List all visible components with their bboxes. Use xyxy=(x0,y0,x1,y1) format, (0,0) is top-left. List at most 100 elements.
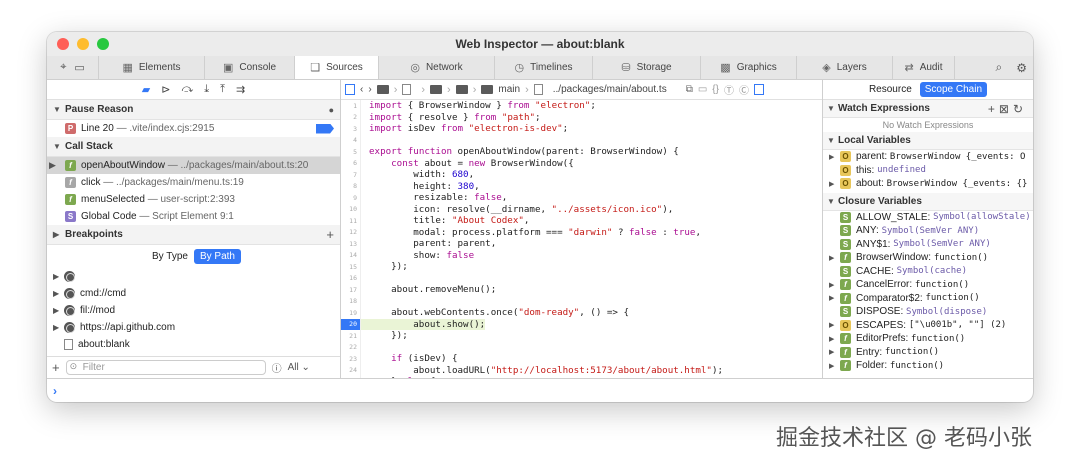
tab-resource[interactable]: Resource xyxy=(869,84,912,95)
type-profiler-icon[interactable]: ▭ xyxy=(698,84,707,95)
line-number[interactable]: 22 xyxy=(341,341,361,353)
breakpoint-tree-item[interactable]: ▶ xyxy=(47,268,340,285)
line-number[interactable]: 7 xyxy=(341,169,361,181)
line-number[interactable]: 13 xyxy=(341,238,361,250)
line-number[interactable]: 14 xyxy=(341,249,361,261)
search-icon[interactable]: ⌕ xyxy=(996,60,1003,75)
local-variables-header[interactable]: ▼ Local Variables xyxy=(823,132,1033,150)
breadcrumb-main[interactable]: main xyxy=(498,84,520,95)
line-number[interactable]: 19 xyxy=(341,307,361,319)
step-out-icon[interactable]: ⤒ xyxy=(220,83,225,96)
breakpoints-toggle-icon[interactable]: ▰ xyxy=(142,83,150,96)
line-number[interactable]: 9 xyxy=(341,192,361,204)
tab-elements[interactable]: ▦ Elements xyxy=(99,56,205,79)
line-number[interactable]: 20 xyxy=(341,318,361,330)
add-icon[interactable]: + xyxy=(52,360,60,375)
tab-timelines[interactable]: ◷ Timelines xyxy=(495,56,593,79)
scope-variable-row[interactable]: ▶ f Comparator$2: function() xyxy=(823,292,1033,306)
watch-actions-icons[interactable]: +⊠↻ xyxy=(988,102,1027,116)
filter-input[interactable]: Filter xyxy=(65,360,266,375)
scope-variable-row[interactable]: ▶ f Entry: function() xyxy=(823,346,1033,360)
crosshair-icon[interactable]: ⌖ xyxy=(60,61,66,74)
breakpoint-tree-item[interactable]: ▶ cmd://cmd xyxy=(47,285,340,302)
line-number[interactable]: 6 xyxy=(341,157,361,169)
back-icon[interactable]: ‹ xyxy=(360,84,363,95)
line-number[interactable]: 11 xyxy=(341,215,361,227)
step-over-icon[interactable]: ⤼ xyxy=(181,83,193,96)
closure-variables-header[interactable]: ▼ Closure Variables xyxy=(823,192,1033,211)
minimize-window-button[interactable] xyxy=(77,38,89,50)
code-coverage-icon[interactable]: Ⓒ xyxy=(739,82,749,97)
line-number[interactable]: 5 xyxy=(341,146,361,158)
scope-variable-row[interactable]: ▶ f EditorPrefs: function() xyxy=(823,332,1033,346)
pause-reason-header[interactable]: ▼ Pause Reason ● xyxy=(47,100,340,120)
info-icon[interactable]: ⓘ xyxy=(272,360,282,375)
tab-network[interactable]: ◎ Network xyxy=(379,56,495,79)
line-number[interactable]: 23 xyxy=(341,353,361,365)
scope-variable-row[interactable]: Othis: undefined xyxy=(823,164,1033,178)
tab-layers[interactable]: ◈ Layers xyxy=(797,56,893,79)
tab-sources[interactable]: ❑ Sources xyxy=(295,56,379,79)
line-number[interactable]: 21 xyxy=(341,330,361,342)
folder-icon[interactable] xyxy=(376,85,389,94)
pretty-print-icon[interactable]: ⧉ xyxy=(686,84,693,95)
step-icon[interactable]: ⇉ xyxy=(236,83,245,96)
scope-variable-row[interactable]: ▶ O ESCAPES: ["\u001b", ""] (2) xyxy=(823,319,1033,333)
call-stack-frame[interactable]: ▶ f openAboutWindow — ../packages/main/abo… xyxy=(47,157,340,174)
scope-variable-row[interactable]: S ALLOW_STALE: Symbol(allowStale) xyxy=(823,211,1033,225)
close-window-button[interactable] xyxy=(57,38,69,50)
line-number[interactable]: 12 xyxy=(341,226,361,238)
breakpoint-tree-item[interactable]: about:blank xyxy=(47,336,340,353)
folder-icon[interactable] xyxy=(430,85,443,94)
line-number[interactable]: 3 xyxy=(341,123,361,135)
code-view[interactable]: 1 import { BrowserWindow } from "electron… xyxy=(341,100,822,378)
document-icon[interactable] xyxy=(402,84,412,95)
scope-variable-row[interactable]: S DISPOSE: Symbol(dispose) xyxy=(823,305,1033,319)
pause-reason-row[interactable]: P Line 20 — .vite/index.cjs:2915 xyxy=(47,120,340,137)
call-stack-frame[interactable]: f menuSelected — user-script:2:393 xyxy=(47,191,340,208)
sidebar-toggle-icon[interactable] xyxy=(345,84,355,95)
scope-variable-row[interactable]: ▶ Oparent: BrowserWindow {_events: O xyxy=(823,150,1033,164)
zoom-window-button[interactable] xyxy=(97,38,109,50)
line-number[interactable]: 8 xyxy=(341,180,361,192)
scope-variable-row[interactable]: ▶ Oabout: BrowserWindow {_events: {} xyxy=(823,177,1033,191)
braces-icon[interactable]: {} xyxy=(712,84,719,95)
scope-variable-row[interactable]: ▶ f Folder: function() xyxy=(823,359,1033,373)
by-path-button[interactable]: By Path xyxy=(193,249,241,264)
tab-storage[interactable]: ⛁ Storage xyxy=(593,56,701,79)
forward-icon[interactable]: › xyxy=(368,84,371,95)
breakpoint-tree-item[interactable]: ▶ https://api.github.com xyxy=(47,319,340,336)
line-number[interactable]: 18 xyxy=(341,295,361,307)
tab-scope-chain[interactable]: Scope Chain xyxy=(919,82,988,97)
resume-icon[interactable]: ⊳ xyxy=(161,83,170,96)
device-icon[interactable]: ▭ xyxy=(74,61,84,74)
line-number[interactable]: 10 xyxy=(341,203,361,215)
by-type-button[interactable]: By Type xyxy=(146,249,194,264)
console-prompt[interactable]: › xyxy=(47,378,1033,402)
breakpoints-header[interactable]: ▶ Breakpoints + xyxy=(47,225,340,245)
scope-variable-row[interactable]: S CACHE: Symbol(cache) xyxy=(823,265,1033,279)
step-into-icon[interactable]: ⤓ xyxy=(204,83,209,96)
scope-select[interactable]: All ⌄ xyxy=(288,362,310,373)
tab-graphics[interactable]: ▩ Graphics xyxy=(701,56,797,79)
scope-variable-row[interactable]: S ANY: Symbol(SemVer ANY) xyxy=(823,224,1033,238)
tab-console[interactable]: ▣ Console xyxy=(205,56,295,79)
add-breakpoint-icon[interactable]: + xyxy=(326,227,334,242)
call-stack-frame[interactable]: S Global Code — Script Element 9:1 xyxy=(47,208,340,225)
line-number[interactable]: 15 xyxy=(341,261,361,273)
line-number[interactable]: 16 xyxy=(341,272,361,284)
scope-variable-row[interactable]: S ANY$1: Symbol(SemVer ANY) xyxy=(823,238,1033,252)
call-stack-frame[interactable]: f click — ../packages/main/menu.ts:19 xyxy=(47,174,340,191)
tab-audit[interactable]: ⇄ Audit xyxy=(893,56,955,79)
scope-variable-row[interactable]: ▶ f BrowserWindow: function() xyxy=(823,251,1033,265)
line-number[interactable]: 4 xyxy=(341,134,361,146)
scope-variable-row[interactable]: ▶ f CancelError: function() xyxy=(823,278,1033,292)
call-stack-header[interactable]: ▼ Call Stack xyxy=(47,137,340,157)
folder-icon[interactable] xyxy=(481,85,494,94)
watch-expressions-header[interactable]: ▼ Watch Expressions +⊠↻ xyxy=(823,100,1033,118)
line-number[interactable]: 17 xyxy=(341,284,361,296)
line-number[interactable]: 2 xyxy=(341,111,361,123)
details-sidebar-toggle-icon[interactable] xyxy=(753,84,764,95)
line-number[interactable]: 1 xyxy=(341,100,361,112)
line-number[interactable]: 24 xyxy=(341,364,361,376)
